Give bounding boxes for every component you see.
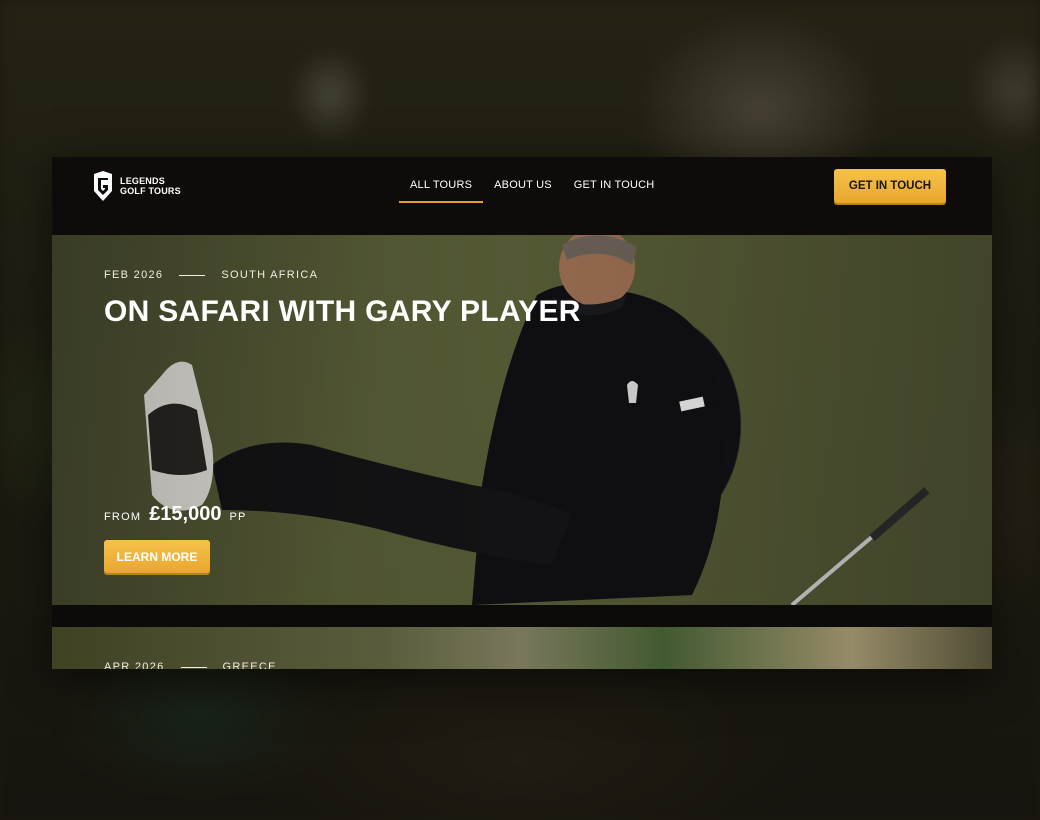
price-amount: £15,000 xyxy=(149,503,222,525)
tour-card-south-africa[interactable]: FEB 2026 SOUTH AFRICA ON SAFARI WITH GAR… xyxy=(52,235,992,605)
brand-line-2: GOLF TOURS xyxy=(120,186,181,196)
tour-meta: APR 2026 GREECE xyxy=(104,661,277,669)
tour-date: FEB 2026 xyxy=(104,269,164,281)
top-navigation: LEGENDS GOLF TOURS ALL TOURS ABOUT US GE… xyxy=(52,157,992,235)
learn-more-button[interactable]: LEARN MORE xyxy=(104,540,210,573)
price-prefix: FROM xyxy=(104,511,142,523)
brand-line-1: LEGENDS xyxy=(120,176,165,186)
website-window: LEGENDS GOLF TOURS ALL TOURS ABOUT US GE… xyxy=(52,157,992,669)
shield-logo-icon xyxy=(94,171,112,201)
tour-location: GREECE xyxy=(222,661,277,669)
tour-location: SOUTH AFRICA xyxy=(221,269,319,281)
tour-card-greece[interactable]: APR 2026 GREECE xyxy=(52,627,992,669)
nav-item-about-us[interactable]: ABOUT US xyxy=(483,175,563,203)
tour-date: APR 2026 xyxy=(104,661,165,669)
tour-price: FROM £15,000 PP xyxy=(104,503,247,526)
tour-title: ON SAFARI WITH GARY PLAYER xyxy=(104,295,581,328)
brand-name: LEGENDS GOLF TOURS xyxy=(120,176,181,196)
get-in-touch-button[interactable]: GET IN TOUCH xyxy=(834,169,946,203)
brand-logo[interactable]: LEGENDS GOLF TOURS xyxy=(92,171,181,201)
meta-divider xyxy=(179,274,206,276)
nav-item-get-in-touch[interactable]: GET IN TOUCH xyxy=(563,175,666,203)
price-suffix: PP xyxy=(229,511,247,523)
nav-item-all-tours[interactable]: ALL TOURS xyxy=(399,175,484,203)
tour-meta: FEB 2026 SOUTH AFRICA xyxy=(104,269,318,281)
meta-divider xyxy=(180,666,207,668)
main-menu: ALL TOURS ABOUT US GET IN TOUCH xyxy=(399,175,665,203)
